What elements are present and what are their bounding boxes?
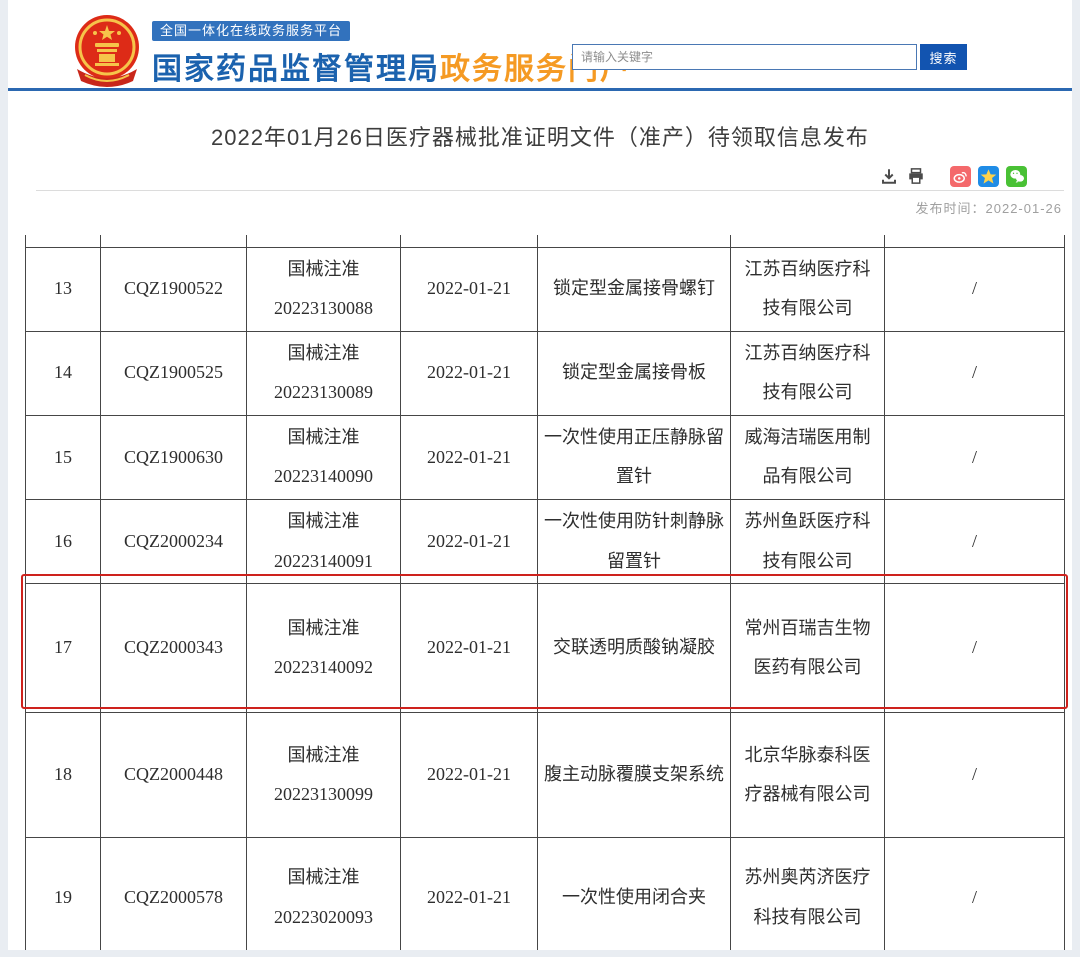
cell-product: 一次性使用正压静脉留置针 <box>538 415 731 499</box>
cell-seq: 17 <box>26 584 101 713</box>
cell-reg-no: 国械注准 20223130089 <box>247 331 401 415</box>
cell-reg-no: 国械注准 20223140092 <box>247 584 401 713</box>
cell-date: 2022-01-21 <box>401 415 538 499</box>
table-row: 19 CQZ2000578 国械注准 20223020093 2022-01-2… <box>26 838 1065 950</box>
approval-table: 13 CQZ1900522 国械注准 20223130088 2022-01-2… <box>25 235 1065 950</box>
cell-seq: 16 <box>26 500 101 584</box>
national-emblem-logo[interactable] <box>65 13 149 87</box>
page-card: 全国一体化在线政务服务平台 国家药品监督管理局政务服务门户 搜索 2022年01… <box>8 0 1072 950</box>
publish-date-value: 2022-01-26 <box>986 201 1063 216</box>
cell-date: 2022-01-21 <box>401 247 538 331</box>
cell-accept-no: CQZ2000448 <box>101 713 247 838</box>
cell-company: 江苏百纳医疗科技有限公司 <box>731 247 885 331</box>
cell-date: 2022-01-21 <box>401 584 538 713</box>
toolbar-underline <box>36 190 1064 191</box>
cell-company: 常州百瑞吉生物医药有限公司 <box>731 584 885 713</box>
cell-reg-no: 国械注准 20223020093 <box>247 838 401 950</box>
table-row: 16 CQZ2000234 国械注准 20223140091 2022-01-2… <box>26 500 1065 584</box>
download-icon[interactable] <box>879 166 899 186</box>
article-toolbar <box>8 165 1072 187</box>
table-row-highlighted: 17 CQZ2000343 国械注准 20223140092 2022-01-2… <box>26 584 1065 713</box>
publish-date-line: 发布时间：2022-01-26 <box>8 198 1072 217</box>
print-icon[interactable] <box>906 166 926 186</box>
cell-accept-no: CQZ1900525 <box>101 331 247 415</box>
cell-product: 锁定型金属接骨板 <box>538 331 731 415</box>
cell-seq: 14 <box>26 331 101 415</box>
cell-date: 2022-01-21 <box>401 500 538 584</box>
clipped-row-top <box>26 235 1065 247</box>
cell-remark: / <box>885 584 1065 713</box>
cell-company: 北京华脉泰科医疗器械有限公司 <box>731 713 885 838</box>
cell-product: 一次性使用防针刺静脉留置针 <box>538 500 731 584</box>
cell-product: 腹主动脉覆膜支架系统 <box>538 713 731 838</box>
search-button[interactable]: 搜索 <box>920 44 967 70</box>
cell-accept-no: CQZ1900630 <box>101 415 247 499</box>
cell-company: 威海洁瑞医用制品有限公司 <box>731 415 885 499</box>
cell-seq: 15 <box>26 415 101 499</box>
cell-remark: / <box>885 415 1065 499</box>
site-title: 国家药品监督管理局政务服务门户 <box>152 44 632 88</box>
cell-date: 2022-01-21 <box>401 713 538 838</box>
page-title: 2022年01月26日医疗器械批准证明文件（准产）待领取信息发布 <box>8 120 1072 152</box>
cell-accept-no: CQZ2000343 <box>101 584 247 713</box>
cell-reg-no: 国械注准 20223130088 <box>247 247 401 331</box>
cell-accept-no: CQZ2000578 <box>101 838 247 950</box>
cell-reg-no: 国械注准 20223130099 <box>247 713 401 838</box>
cell-product: 一次性使用闭合夹 <box>538 838 731 950</box>
cell-product: 锁定型金属接骨螺钉 <box>538 247 731 331</box>
search-box: 搜索 <box>572 44 967 70</box>
cell-accept-no: CQZ2000234 <box>101 500 247 584</box>
table-row: 18 CQZ2000448 国械注准 20223130099 2022-01-2… <box>26 713 1065 838</box>
cell-accept-no: CQZ1900522 <box>101 247 247 331</box>
cell-remark: / <box>885 838 1065 950</box>
qzone-share-icon[interactable] <box>978 166 999 187</box>
cell-company: 苏州奥芮济医疗科技有限公司 <box>731 838 885 950</box>
cell-remark: / <box>885 500 1065 584</box>
platform-badge: 全国一体化在线政务服务平台 <box>152 21 350 41</box>
site-header: 全国一体化在线政务服务平台 国家药品监督管理局政务服务门户 搜索 <box>8 0 1072 88</box>
cell-reg-no: 国械注准 20223140090 <box>247 415 401 499</box>
cell-remark: / <box>885 331 1065 415</box>
cell-date: 2022-01-21 <box>401 838 538 950</box>
approval-table-wrap: 13 CQZ1900522 国械注准 20223130088 2022-01-2… <box>25 235 1064 950</box>
cell-company: 江苏百纳医疗科技有限公司 <box>731 331 885 415</box>
cell-date: 2022-01-21 <box>401 331 538 415</box>
national-emblem-icon <box>65 13 149 87</box>
header-divider-line <box>8 88 1072 91</box>
cell-company: 苏州鱼跃医疗科技有限公司 <box>731 500 885 584</box>
cell-remark: / <box>885 247 1065 331</box>
publish-date-label: 发布时间： <box>915 201 985 216</box>
wechat-share-icon[interactable] <box>1006 166 1027 187</box>
cell-seq: 18 <box>26 713 101 838</box>
search-input[interactable] <box>572 44 917 70</box>
cell-product: 交联透明质酸钠凝胶 <box>538 584 731 713</box>
table-row: 13 CQZ1900522 国械注准 20223130088 2022-01-2… <box>26 247 1065 331</box>
cell-seq: 13 <box>26 247 101 331</box>
table-row: 14 CQZ1900525 国械注准 20223130089 2022-01-2… <box>26 331 1065 415</box>
weibo-share-icon[interactable] <box>950 166 971 187</box>
cell-remark: / <box>885 713 1065 838</box>
cell-reg-no: 国械注准 20223140091 <box>247 500 401 584</box>
table-row: 15 CQZ1900630 国械注准 20223140090 2022-01-2… <box>26 415 1065 499</box>
cell-seq: 19 <box>26 838 101 950</box>
site-name: 国家药品监督管理局 <box>152 53 440 86</box>
